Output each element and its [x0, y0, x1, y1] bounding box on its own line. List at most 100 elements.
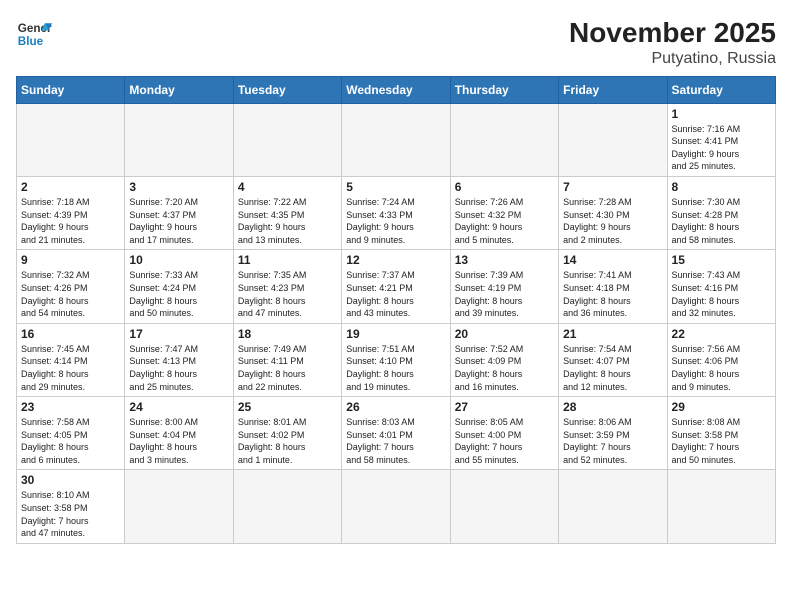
day-info: Sunrise: 7:39 AM Sunset: 4:19 PM Dayligh… [455, 269, 554, 319]
table-row [125, 470, 233, 543]
table-row: 21Sunrise: 7:54 AM Sunset: 4:07 PM Dayli… [559, 323, 667, 396]
logo-icon: General Blue [16, 16, 52, 52]
day-number: 24 [129, 400, 228, 414]
table-row: 26 Sunrise: 8:03 AM Sunset: 4:01 PM Dayli… [342, 397, 450, 470]
day-number: 15 [672, 253, 771, 267]
table-row [450, 470, 558, 543]
calendar-week-row: 23 Sunrise: 7:58 AM Sunset: 4:05 PM Dayli… [17, 397, 776, 470]
day-number: 14 [563, 253, 662, 267]
table-row: 11Sunrise: 7:35 AM Sunset: 4:23 PM Dayli… [233, 250, 341, 323]
calendar-week-row: 2 Sunrise: 7:18 AM Sunset: 4:39 PM Daylig… [17, 176, 776, 249]
table-row: 22 Sunrise: 7:56 AM Sunset: 4:06 PM Dayli… [667, 323, 775, 396]
table-row: 18 Sunrise: 7:49 AM Sunset: 4:11 PM Dayli… [233, 323, 341, 396]
table-row: 16Sunrise: 7:45 AM Sunset: 4:14 PM Dayli… [17, 323, 125, 396]
day-info: Sunrise: 7:54 AM Sunset: 4:07 PM Dayligh… [563, 343, 662, 393]
day-number: 20 [455, 327, 554, 341]
day-number: 25 [238, 400, 337, 414]
calendar-week-row: 30Sunrise: 8:10 AM Sunset: 3:58 PM Dayli… [17, 470, 776, 543]
day-info: Sunrise: 7:45 AM Sunset: 4:14 PM Dayligh… [21, 343, 120, 393]
header-monday: Monday [125, 76, 233, 103]
day-info: Sunrise: 7:30 AM Sunset: 4:28 PM Dayligh… [672, 196, 771, 246]
table-row: 3Sunrise: 7:20 AM Sunset: 4:37 PM Daylig… [125, 176, 233, 249]
day-info: Sunrise: 7:32 AM Sunset: 4:26 PM Dayligh… [21, 269, 120, 319]
day-info: Sunrise: 8:03 AM Sunset: 4:01 PM Dayligh… [346, 416, 445, 466]
day-number: 7 [563, 180, 662, 194]
table-row: 19 Sunrise: 7:51 AM Sunset: 4:10 PM Dayli… [342, 323, 450, 396]
day-number: 10 [129, 253, 228, 267]
day-info: Sunrise: 7:41 AM Sunset: 4:18 PM Dayligh… [563, 269, 662, 319]
day-info: Sunrise: 7:51 AM Sunset: 4:10 PM Dayligh… [346, 343, 445, 393]
table-row: 27 Sunrise: 8:05 AM Sunset: 4:00 PM Dayli… [450, 397, 558, 470]
logo: General Blue [16, 16, 52, 52]
table-row: 28 Sunrise: 8:06 AM Sunset: 3:59 PM Dayli… [559, 397, 667, 470]
day-info: Sunrise: 8:01 AM Sunset: 4:02 PM Dayligh… [238, 416, 337, 466]
table-row: 30Sunrise: 8:10 AM Sunset: 3:58 PM Dayli… [17, 470, 125, 543]
day-info: Sunrise: 7:16 AM Sunset: 4:41 PM Dayligh… [672, 123, 771, 173]
table-row: 15 Sunrise: 7:43 AM Sunset: 4:16 PM Dayli… [667, 250, 775, 323]
table-row: 12Sunrise: 7:37 AM Sunset: 4:21 PM Dayli… [342, 250, 450, 323]
table-row: 14 Sunrise: 7:41 AM Sunset: 4:18 PM Dayli… [559, 250, 667, 323]
day-number: 17 [129, 327, 228, 341]
calendar-week-row: 16Sunrise: 7:45 AM Sunset: 4:14 PM Dayli… [17, 323, 776, 396]
day-info: Sunrise: 8:08 AM Sunset: 3:58 PM Dayligh… [672, 416, 771, 466]
day-number: 3 [129, 180, 228, 194]
table-row: 6Sunrise: 7:26 AM Sunset: 4:32 PM Daylig… [450, 176, 558, 249]
table-row: 8 Sunrise: 7:30 AM Sunset: 4:28 PM Daylig… [667, 176, 775, 249]
day-number: 2 [21, 180, 120, 194]
table-row: 9Sunrise: 7:32 AM Sunset: 4:26 PM Daylig… [17, 250, 125, 323]
table-row [17, 103, 125, 176]
table-row: 5 Sunrise: 7:24 AM Sunset: 4:33 PM Daylig… [342, 176, 450, 249]
day-info: Sunrise: 8:00 AM Sunset: 4:04 PM Dayligh… [129, 416, 228, 466]
calendar-subtitle: Putyatino, Russia [569, 50, 776, 68]
header-thursday: Thursday [450, 76, 558, 103]
day-number: 5 [346, 180, 445, 194]
table-row [125, 103, 233, 176]
table-row: 13Sunrise: 7:39 AM Sunset: 4:19 PM Dayli… [450, 250, 558, 323]
header-friday: Friday [559, 76, 667, 103]
day-info: Sunrise: 7:35 AM Sunset: 4:23 PM Dayligh… [238, 269, 337, 319]
table-row: 25 Sunrise: 8:01 AM Sunset: 4:02 PM Dayli… [233, 397, 341, 470]
table-row [559, 103, 667, 176]
day-number: 22 [672, 327, 771, 341]
table-row: 17Sunrise: 7:47 AM Sunset: 4:13 PM Dayli… [125, 323, 233, 396]
table-row [450, 103, 558, 176]
day-number: 1 [672, 107, 771, 121]
day-info: Sunrise: 7:43 AM Sunset: 4:16 PM Dayligh… [672, 269, 771, 319]
table-row: 23 Sunrise: 7:58 AM Sunset: 4:05 PM Dayli… [17, 397, 125, 470]
table-row: 29 Sunrise: 8:08 AM Sunset: 3:58 PM Dayli… [667, 397, 775, 470]
calendar-week-row: 1 Sunrise: 7:16 AM Sunset: 4:41 PM Daylig… [17, 103, 776, 176]
table-row: 2 Sunrise: 7:18 AM Sunset: 4:39 PM Daylig… [17, 176, 125, 249]
day-info: Sunrise: 7:49 AM Sunset: 4:11 PM Dayligh… [238, 343, 337, 393]
table-row [342, 470, 450, 543]
table-row [559, 470, 667, 543]
day-number: 27 [455, 400, 554, 414]
day-info: Sunrise: 8:05 AM Sunset: 4:00 PM Dayligh… [455, 416, 554, 466]
day-info: Sunrise: 7:58 AM Sunset: 4:05 PM Dayligh… [21, 416, 120, 466]
header-tuesday: Tuesday [233, 76, 341, 103]
day-number: 28 [563, 400, 662, 414]
day-info: Sunrise: 7:28 AM Sunset: 4:30 PM Dayligh… [563, 196, 662, 246]
day-info: Sunrise: 7:24 AM Sunset: 4:33 PM Dayligh… [346, 196, 445, 246]
day-number: 18 [238, 327, 337, 341]
day-info: Sunrise: 7:33 AM Sunset: 4:24 PM Dayligh… [129, 269, 228, 319]
table-row [233, 103, 341, 176]
day-number: 30 [21, 473, 120, 487]
day-info: Sunrise: 7:18 AM Sunset: 4:39 PM Dayligh… [21, 196, 120, 246]
table-row: 20 Sunrise: 7:52 AM Sunset: 4:09 PM Dayli… [450, 323, 558, 396]
day-info: Sunrise: 7:22 AM Sunset: 4:35 PM Dayligh… [238, 196, 337, 246]
table-row [667, 470, 775, 543]
header-saturday: Saturday [667, 76, 775, 103]
weekday-header-row: Sunday Monday Tuesday Wednesday Thursday… [17, 76, 776, 103]
day-number: 19 [346, 327, 445, 341]
day-info: Sunrise: 8:06 AM Sunset: 3:59 PM Dayligh… [563, 416, 662, 466]
table-row: 1 Sunrise: 7:16 AM Sunset: 4:41 PM Daylig… [667, 103, 775, 176]
day-number: 23 [21, 400, 120, 414]
table-row: 7 Sunrise: 7:28 AM Sunset: 4:30 PM Daylig… [559, 176, 667, 249]
day-info: Sunrise: 7:52 AM Sunset: 4:09 PM Dayligh… [455, 343, 554, 393]
day-number: 29 [672, 400, 771, 414]
table-row: 4Sunrise: 7:22 AM Sunset: 4:35 PM Daylig… [233, 176, 341, 249]
day-number: 26 [346, 400, 445, 414]
day-number: 8 [672, 180, 771, 194]
header-wednesday: Wednesday [342, 76, 450, 103]
day-info: Sunrise: 7:56 AM Sunset: 4:06 PM Dayligh… [672, 343, 771, 393]
